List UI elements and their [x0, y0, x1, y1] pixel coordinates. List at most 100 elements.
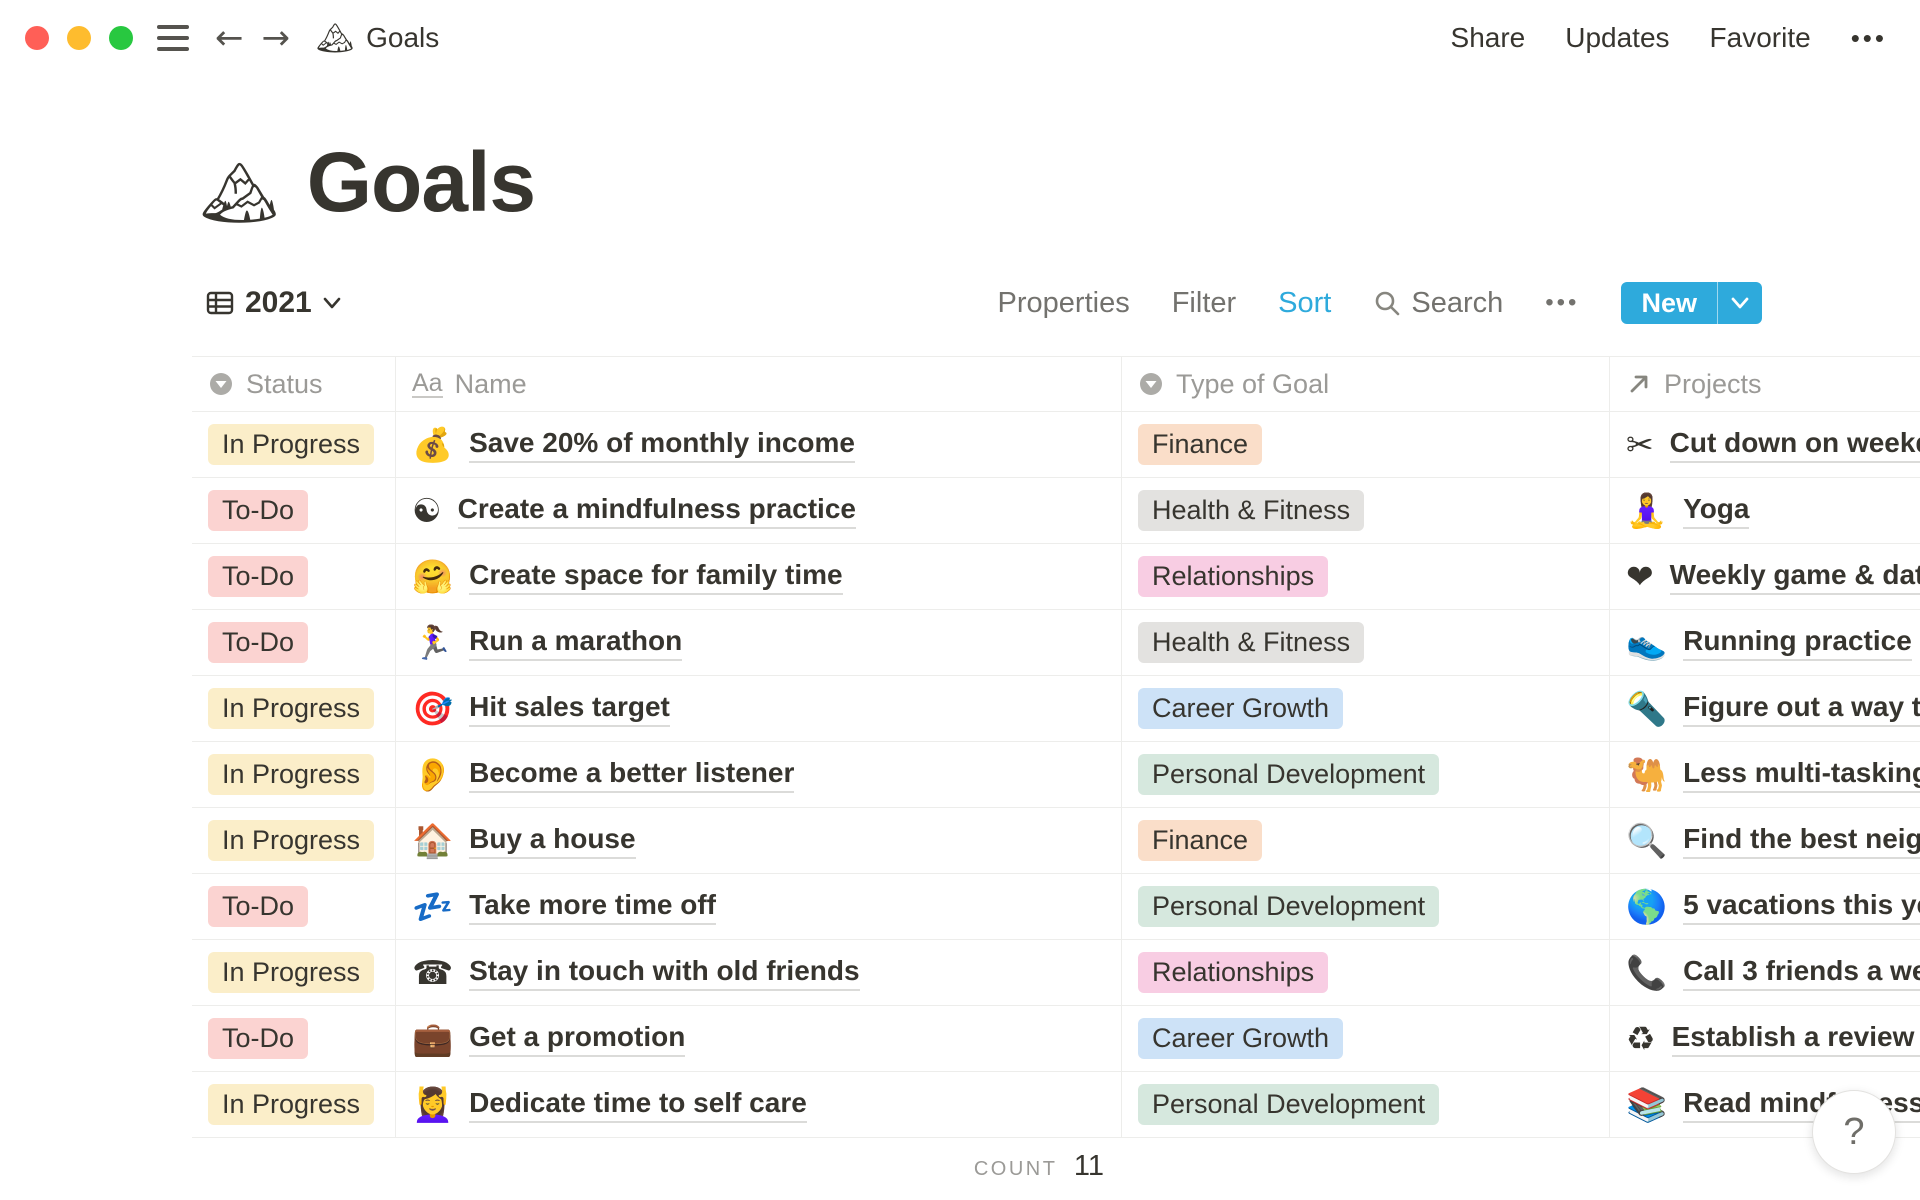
- window-zoom-button[interactable]: [109, 26, 133, 50]
- goal-emoji-icon: 🏠: [412, 821, 454, 860]
- name-cell[interactable]: 💆‍♀️ Dedicate time to self care: [396, 1072, 1122, 1137]
- status-cell[interactable]: To-Do: [192, 610, 396, 675]
- status-cell[interactable]: To-Do: [192, 544, 396, 609]
- type-of-goal-cell[interactable]: Health & Fitness: [1122, 610, 1610, 675]
- column-header-projects[interactable]: Projects: [1610, 357, 1920, 411]
- project-page-link[interactable]: 5 vacations this yea: [1683, 888, 1920, 926]
- table-view-icon: [206, 291, 234, 315]
- project-page-link[interactable]: Figure out a way to g: [1683, 690, 1920, 728]
- name-cell[interactable]: ☯ Create a mindfulness practice: [396, 478, 1122, 543]
- project-page-link[interactable]: Find the best neighb: [1683, 822, 1920, 860]
- projects-cell[interactable]: 🔦 Figure out a way to g: [1610, 676, 1920, 741]
- projects-cell[interactable]: 🐫 Less multi-tasking: [1610, 742, 1920, 807]
- status-cell[interactable]: In Progress: [192, 940, 396, 1005]
- status-cell[interactable]: In Progress: [192, 808, 396, 873]
- name-cell[interactable]: 💼 Get a promotion: [396, 1006, 1122, 1071]
- search-button[interactable]: Search: [1373, 287, 1503, 320]
- type-of-goal-cell[interactable]: Relationships: [1122, 940, 1610, 1005]
- type-of-goal-cell[interactable]: Personal Development: [1122, 1072, 1610, 1137]
- name-cell[interactable]: 👂 Become a better listener: [396, 742, 1122, 807]
- goal-page-link[interactable]: Become a better listener: [469, 756, 795, 794]
- status-badge: In Progress: [208, 687, 375, 730]
- projects-cell[interactable]: 🌎 5 vacations this yea: [1610, 874, 1920, 939]
- project-page-link[interactable]: Yoga: [1683, 492, 1750, 530]
- status-cell[interactable]: To-Do: [192, 478, 396, 543]
- project-emoji-icon: ❤: [1626, 557, 1654, 596]
- goal-page-link[interactable]: Save 20% of monthly income: [469, 426, 855, 464]
- filter-button[interactable]: Filter: [1172, 287, 1236, 320]
- status-cell[interactable]: In Progress: [192, 742, 396, 807]
- projects-cell[interactable]: 🧘‍♀️ Yoga: [1610, 478, 1920, 543]
- projects-cell[interactable]: 🔍 Find the best neighb: [1610, 808, 1920, 873]
- project-emoji-icon: ✂: [1626, 425, 1654, 464]
- sidebar-menu-icon[interactable]: [157, 25, 189, 51]
- name-cell[interactable]: 🏃‍♀️ Run a marathon: [396, 610, 1122, 675]
- status-cell[interactable]: In Progress: [192, 1072, 396, 1137]
- back-arrow-icon[interactable]: ←: [215, 21, 244, 55]
- project-page-link[interactable]: Cut down on weekd: [1669, 426, 1920, 464]
- status-cell[interactable]: To-Do: [192, 1006, 396, 1071]
- favorite-button[interactable]: Favorite: [1710, 22, 1811, 54]
- sort-button[interactable]: Sort: [1278, 287, 1331, 320]
- view-more-options-icon[interactable]: •••: [1545, 289, 1579, 317]
- projects-cell[interactable]: 📞 Call 3 friends a wee: [1610, 940, 1920, 1005]
- table-row: In Progress 👂 Become a better listener P…: [192, 742, 1920, 808]
- project-page-link[interactable]: Establish a review c: [1671, 1020, 1920, 1058]
- type-of-goal-cell[interactable]: Finance: [1122, 412, 1610, 477]
- type-of-goal-cell[interactable]: Finance: [1122, 808, 1610, 873]
- goal-page-link[interactable]: Create a mindfulness practice: [457, 492, 856, 530]
- relation-arrow-icon: [1630, 375, 1648, 393]
- type-of-goal-cell[interactable]: Career Growth: [1122, 676, 1610, 741]
- window-minimize-button[interactable]: [67, 26, 91, 50]
- projects-cell[interactable]: ✂ Cut down on weekd: [1610, 412, 1920, 477]
- goal-page-link[interactable]: Hit sales target: [469, 690, 670, 728]
- status-badge: To-Do: [208, 555, 309, 598]
- project-page-link[interactable]: Running practice: [1683, 624, 1912, 662]
- project-emoji-icon: 🌎: [1626, 887, 1668, 926]
- new-button-label[interactable]: New: [1621, 282, 1717, 324]
- goal-page-link[interactable]: Create space for family time: [469, 558, 843, 596]
- project-page-link[interactable]: Weekly game & date: [1669, 558, 1920, 596]
- name-cell[interactable]: 🎯 Hit sales target: [396, 676, 1122, 741]
- status-cell[interactable]: In Progress: [192, 676, 396, 741]
- column-header-name[interactable]: Aa Name: [396, 357, 1122, 411]
- new-button[interactable]: New: [1621, 282, 1762, 324]
- name-cell[interactable]: 🏠 Buy a house: [396, 808, 1122, 873]
- updates-button[interactable]: Updates: [1565, 22, 1669, 54]
- type-of-goal-cell[interactable]: Career Growth: [1122, 1006, 1610, 1071]
- column-header-status[interactable]: Status: [192, 357, 396, 411]
- project-page-link[interactable]: Call 3 friends a wee: [1683, 954, 1920, 992]
- projects-cell[interactable]: 👟 Running practice: [1610, 610, 1920, 675]
- status-cell[interactable]: In Progress: [192, 412, 396, 477]
- goal-page-link[interactable]: Dedicate time to self care: [469, 1086, 807, 1124]
- goal-page-link[interactable]: Take more time off: [469, 888, 716, 926]
- view-switcher[interactable]: 2021: [205, 286, 342, 320]
- window-close-button[interactable]: [25, 26, 49, 50]
- goal-page-link[interactable]: Get a promotion: [469, 1020, 686, 1058]
- new-button-caret[interactable]: [1717, 282, 1762, 324]
- chevron-down-icon: [1731, 297, 1749, 309]
- more-options-icon[interactable]: •••: [1851, 23, 1887, 54]
- properties-button[interactable]: Properties: [998, 287, 1130, 320]
- type-of-goal-cell[interactable]: Personal Development: [1122, 874, 1610, 939]
- name-cell[interactable]: ☎ Stay in touch with old friends: [396, 940, 1122, 1005]
- type-of-goal-cell[interactable]: Personal Development: [1122, 742, 1610, 807]
- help-button[interactable]: ?: [1812, 1090, 1896, 1174]
- status-badge: To-Do: [208, 885, 309, 928]
- type-of-goal-cell[interactable]: Relationships: [1122, 544, 1610, 609]
- project-page-link[interactable]: Less multi-tasking: [1683, 756, 1920, 794]
- name-cell[interactable]: 🤗 Create space for family time: [396, 544, 1122, 609]
- type-of-goal-cell[interactable]: Health & Fitness: [1122, 478, 1610, 543]
- goal-page-link[interactable]: Stay in touch with old friends: [469, 954, 860, 992]
- projects-cell[interactable]: ♻ Establish a review c: [1610, 1006, 1920, 1071]
- share-button[interactable]: Share: [1451, 22, 1526, 54]
- goal-page-link[interactable]: Buy a house: [469, 822, 636, 860]
- projects-cell[interactable]: ❤ Weekly game & date: [1610, 544, 1920, 609]
- forward-arrow-icon[interactable]: →: [262, 21, 291, 55]
- name-cell[interactable]: 💤 Take more time off: [396, 874, 1122, 939]
- name-cell[interactable]: 💰 Save 20% of monthly income: [396, 412, 1122, 477]
- status-cell[interactable]: To-Do: [192, 874, 396, 939]
- column-header-type-of-goal[interactable]: Type of Goal: [1122, 357, 1610, 411]
- goal-page-link[interactable]: Run a marathon: [469, 624, 683, 662]
- breadcrumb[interactable]: 🏔 Goals: [316, 21, 439, 56]
